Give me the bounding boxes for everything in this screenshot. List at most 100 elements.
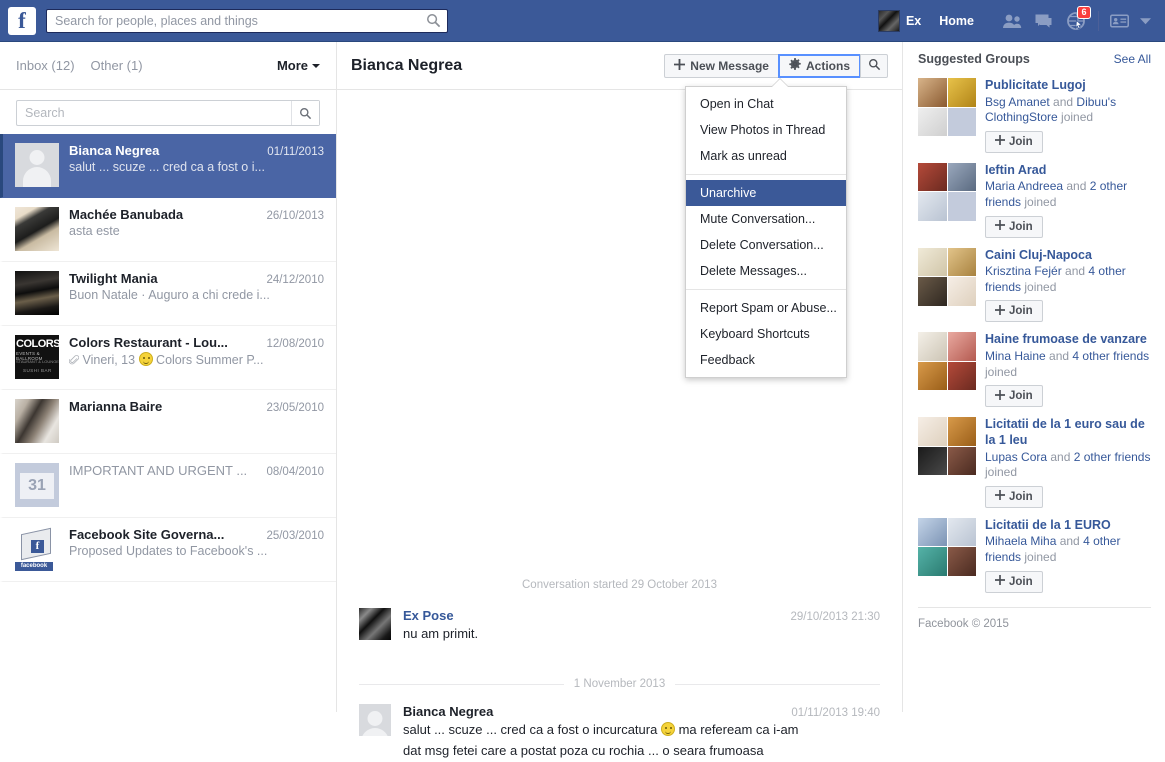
thread-snippet: Proposed Updates to Facebook's ... [69,544,324,558]
join-group-button[interactable]: Join [985,486,1043,508]
suggested-groups-title: Suggested Groups [918,52,1030,66]
search-icon [868,58,881,74]
list-item[interactable]: 31 IMPORTANT AND URGENT ... 08/04/2010 [0,454,336,518]
search-input[interactable] [16,100,320,126]
nav-profile-link[interactable]: Ex [870,6,929,36]
group-thumbnail[interactable] [918,417,976,475]
thread-body: IMPORTANT AND URGENT ... 08/04/2010 [69,463,324,480]
photo-avatar-couple [15,399,59,443]
menu-item-delete-conversation[interactable]: Delete Conversation... [686,232,846,258]
expose-avatar[interactable] [359,608,391,640]
group-thumbnail[interactable] [918,518,976,576]
thread-name: Bianca Negrea [69,143,261,158]
avatar [878,10,900,32]
silhouette-avatar[interactable] [359,704,391,736]
group-other-friends[interactable]: 4 other friends [1072,349,1149,363]
join-group-button[interactable]: Join [985,300,1043,322]
group-joined: joined [1021,195,1056,209]
group-subtitle: Maria Andreea and 2 other friends joined [985,179,1151,210]
group-and: and [1063,179,1090,193]
avatar-text-restaurant: STAURANT & LOUNGE [16,359,59,364]
join-group-button[interactable]: Join [985,385,1043,407]
thread-name: IMPORTANT AND URGENT ... [69,463,260,478]
new-message-button[interactable]: New Message [664,54,779,78]
list-item[interactable]: Bianca Negrea 01/11/2013 salut ... scuze… [0,134,336,198]
menu-item-unarchive[interactable]: Unarchive [686,180,846,206]
menu-item-keyboard-shortcuts[interactable]: Keyboard Shortcuts [686,321,846,347]
global-search-input[interactable] [46,9,448,33]
group-name[interactable]: Ieftin Arad [985,163,1151,179]
message: Ex Pose 29/10/2013 21:30 nu am primit. [337,602,902,646]
thread-name: Facebook Site Governa... [69,527,260,542]
group-thumbnail[interactable] [918,78,976,136]
date-divider: 1 November 2013 [337,668,902,696]
group-subtitle: Krisztina Fejér and 4 other friends join… [985,264,1151,295]
notifications-globe-icon[interactable]: 6 [1060,7,1092,35]
thread-date: 25/03/2010 [266,530,324,542]
group-thumbnail[interactable] [918,248,976,306]
list-item[interactable]: Machée Banubada 26/10/2013 asta este [0,198,336,262]
group-and: and [1046,349,1073,363]
search-icon[interactable] [291,101,319,125]
menu-item-delete-messages[interactable]: Delete Messages... [686,258,846,284]
group-friend-name[interactable]: Mihaela Miha [985,534,1056,548]
thumb-tile [918,192,947,221]
page-title: Bianca Negrea [351,57,462,75]
join-group-button[interactable]: Join [985,571,1043,593]
thread-body: Facebook Site Governa... 25/03/2010 Prop… [69,527,324,558]
folder-tab-bar: Inbox (12) Other (1) More [0,42,336,90]
menu-item-mark-as-unread[interactable]: Mark as unread [686,143,846,169]
message-author[interactable]: Ex Pose [403,608,454,623]
menu-separator [686,289,846,290]
smiley-emoji-icon [139,352,153,366]
group-name[interactable]: Licitatii de la 1 EURO [985,518,1151,534]
list-item[interactable]: Marianna Baire 23/05/2010 [0,390,336,454]
list-item[interactable]: COLORS EVENTS & BALLROOM STAURANT & LOUN… [0,326,336,390]
folder-tab-inbox[interactable]: Inbox (12) [16,58,75,73]
list-item[interactable]: Twilight Mania 24/12/2010 Buon Natale · … [0,262,336,326]
group-thumbnail[interactable] [918,332,976,390]
menu-item-report-spam-or-abuse[interactable]: Report Spam or Abuse... [686,295,846,321]
thumb-tile [918,447,947,476]
chevron-down-icon [312,64,320,68]
list-item: Publicitate Lugoj Bsg Amanet and Dibuu's… [918,74,1151,159]
group-info: Haine frumoase de vanzare Mina Haine and… [985,332,1151,407]
thumb-tile [948,248,977,277]
calendar-avatar: 31 [15,463,59,507]
menu-item-open-in-chat[interactable]: Open in Chat [686,91,846,117]
search-conversation-button[interactable] [860,54,888,78]
more-label: More [277,58,308,73]
folder-tab-other[interactable]: Other (1) [91,58,143,73]
chevron-down-icon[interactable] [1133,8,1157,34]
group-friend-name[interactable]: Bsg Amanet [985,95,1050,109]
list-item[interactable]: f facebook Facebook Site Governa... 25/0… [0,518,336,582]
group-other-friends[interactable]: 2 other friends [1074,450,1151,464]
search-icon[interactable] [426,13,441,28]
thumb-tile [948,447,977,476]
privacy-shortcuts-icon[interactable] [1105,8,1133,34]
actions-button[interactable]: Actions [778,54,861,78]
group-friend-name[interactable]: Maria Andreea [985,179,1063,193]
see-all-link[interactable]: See All [1114,52,1151,66]
join-label: Join [1009,491,1033,503]
menu-item-feedback[interactable]: Feedback [686,347,846,373]
facebook-logo-icon[interactable]: f [8,7,36,35]
group-friend-name[interactable]: Krisztina Fejér [985,264,1062,278]
dropdown-arrow [772,79,788,87]
nav-home-link[interactable]: Home [929,10,984,32]
group-friend-name[interactable]: Mina Haine [985,349,1046,363]
menu-item-view-photos-in-thread[interactable]: View Photos in Thread [686,117,846,143]
group-name[interactable]: Licitatii de la 1 euro sau de la 1 leu [985,417,1151,448]
group-name[interactable]: Haine frumoase de vanzare [985,332,1151,348]
group-name[interactable]: Caini Cluj-Napoca [985,248,1151,264]
group-friend-name[interactable]: Lupas Cora [985,450,1047,464]
join-group-button[interactable]: Join [985,216,1043,238]
friend-requests-icon[interactable] [996,7,1028,35]
group-name[interactable]: Publicitate Lugoj [985,78,1151,94]
menu-item-mute-conversation[interactable]: Mute Conversation... [686,206,846,232]
messages-icon[interactable] [1028,7,1060,35]
join-group-button[interactable]: Join [985,131,1043,153]
more-folders-button[interactable]: More [277,58,320,73]
thumb-tile [948,108,977,137]
group-thumbnail[interactable] [918,163,976,221]
